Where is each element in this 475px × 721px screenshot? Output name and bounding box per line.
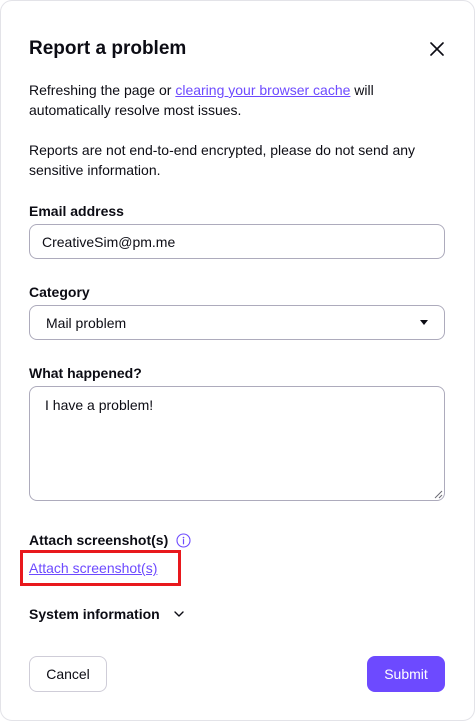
attach-screenshot-header: Attach screenshot(s) [29,531,191,549]
email-field[interactable] [29,224,445,259]
attach-screenshot-link[interactable]: Attach screenshot(s) [29,559,157,577]
submit-button[interactable]: Submit [367,656,445,692]
description-textarea[interactable]: I have a problem! [29,386,445,501]
encryption-warning: Reports are not end-to-end encrypted, pl… [29,142,416,178]
chevron-down-icon [172,607,186,621]
close-icon [430,42,444,56]
intro-text: Refreshing the page or clearing your bro… [29,80,449,120]
resize-grip-icon[interactable] [434,490,443,499]
report-problem-dialog: Report a problem Refreshing the page or … [0,0,475,721]
description-label: What happened? [29,365,142,381]
intro-text-before: Refreshing the page or [29,82,176,98]
attach-screenshot-label: Attach screenshot(s) [29,532,169,548]
close-button[interactable] [425,37,449,61]
category-select[interactable]: Mail problem [29,305,445,340]
system-information-toggle[interactable]: System information [29,605,186,623]
dialog-title: Report a problem [29,38,187,59]
email-label: Email address [29,203,124,219]
category-selected-value: Mail problem [46,314,127,331]
info-icon[interactable] [176,532,191,548]
category-label: Category [29,284,90,300]
cancel-button[interactable]: Cancel [29,656,107,692]
system-information-label: System information [29,606,160,622]
caret-down-icon [420,320,428,325]
clear-cache-link[interactable]: clearing your browser cache [175,82,350,98]
